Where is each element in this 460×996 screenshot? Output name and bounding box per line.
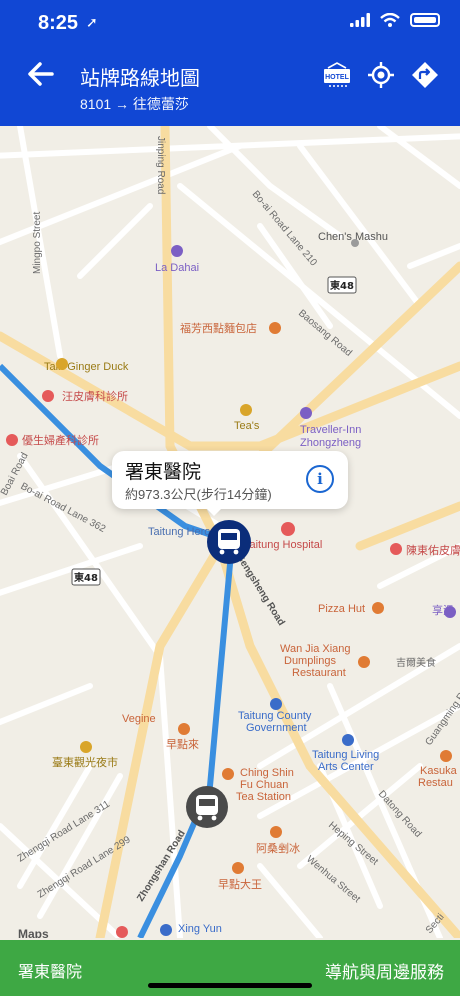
- map-label-government: Government: [246, 722, 307, 734]
- location-services-icon: ➚: [86, 14, 98, 30]
- map-label-traveller-inn: Traveller-Inn: [300, 424, 361, 436]
- back-arrow-icon: [28, 62, 54, 86]
- maps-logo-text: Maps: [18, 927, 49, 938]
- map-label-wan-jia-xiang: Wan Jia Xiang: [280, 643, 351, 655]
- map-label-tea-station: Tea Station: [236, 791, 291, 803]
- map-view[interactable]: Jinping Road Mingpo Street Bo-ai Road La…: [0, 126, 460, 938]
- map-label-xing-yun: Xing Yun: [178, 923, 222, 935]
- directions-icon: [412, 62, 438, 88]
- poi-ching-shin-icon: [222, 768, 234, 780]
- route-shield-48-west: 東48: [71, 568, 101, 586]
- route-shield-48-north-text: 東48: [330, 279, 354, 292]
- poi-la-dahai-icon: [171, 245, 183, 257]
- hotel-button[interactable]: HOTEL: [322, 58, 352, 92]
- map-label-zaodian-lai: 早點來: [166, 738, 199, 751]
- map-label-asang-ice: 阿桑剉冰: [256, 842, 300, 855]
- map-label-youshi-clinic: 優生婦產科診所: [22, 433, 99, 447]
- poi-wan-jia-xiang-icon: [358, 656, 370, 668]
- callout-pointer: [204, 506, 224, 516]
- poi-xiangwen-icon: [444, 606, 456, 618]
- map-canvas[interactable]: Jinping Road Mingpo Street Bo-ai Road La…: [0, 126, 460, 938]
- locate-me-icon: [368, 62, 394, 88]
- route-shield-48-north: 東48: [327, 276, 357, 294]
- map-label-pizza-hut: Pizza Hut: [318, 603, 365, 615]
- map-label-kasuka: Kasuka: [420, 765, 458, 777]
- poi-arts-center-icon: [342, 734, 354, 746]
- map-label-fangfang-bakery: 福芳西點麵包店: [180, 321, 257, 335]
- map-label-zaodian-dawang: 早點大王: [218, 877, 262, 891]
- map-label-dumplings: Dumplings: [284, 655, 336, 667]
- poi-chendong-clinic-icon: [390, 543, 402, 555]
- map-label-fu-chuan: Fu Chuan: [240, 779, 288, 791]
- back-button[interactable]: [22, 54, 62, 94]
- poi-kasuka-icon: [440, 750, 452, 762]
- route-shield-48-west-text: 東48: [74, 571, 98, 584]
- current-stop-marker[interactable]: [207, 520, 251, 564]
- poi-bottom-clinic-icon: [116, 926, 128, 938]
- locate-me-button[interactable]: [366, 58, 396, 92]
- map-label-vegine: Vegine: [122, 713, 156, 725]
- stop-callout[interactable]: 署東醫院 約973.3公尺(步行14分鐘) i: [112, 451, 348, 509]
- signal-icon: [350, 13, 370, 27]
- route-stop-marker[interactable]: [186, 786, 228, 828]
- poi-asang-ice-icon: [270, 826, 282, 838]
- callout-walking-distance: 約973.3公尺(步行14分鐘): [125, 487, 272, 502]
- home-indicator[interactable]: [148, 983, 312, 988]
- map-label-zhongzheng: Zhongzheng: [300, 437, 361, 449]
- map-label-restaurant: Restaurant: [292, 667, 346, 679]
- poi-youshi-clinic-icon: [6, 434, 18, 446]
- hotel-icon: HOTEL: [324, 62, 350, 87]
- wifi-icon: [380, 13, 400, 27]
- map-label-jixiang-food: 吉爾美食: [396, 656, 436, 669]
- map-label-la-dahai: La Dahai: [155, 262, 199, 274]
- map-label-ching-shin: Ching Shin: [240, 767, 294, 779]
- poi-hospital-icon: [281, 522, 295, 536]
- map-label-arts-center: Arts Center: [318, 761, 374, 773]
- bottom-bar: 署東醫院 導航與周邊服務: [0, 940, 460, 996]
- poi-traveller-inn-icon: [300, 407, 312, 419]
- battery-icon: [410, 13, 440, 27]
- header: 站牌路線地圖 8101 → 往德蕾莎 HOTEL: [0, 44, 460, 126]
- poi-bakery-icon: [269, 322, 281, 334]
- status-icons: [350, 13, 440, 27]
- poi-night-market-icon: [80, 741, 92, 753]
- status-time: 8:25: [38, 12, 79, 34]
- poi-ginger-duck-icon: [56, 358, 68, 370]
- hotel-icon-text: HOTEL: [325, 74, 349, 81]
- map-label-chendong-clinic: 陳東佑皮膚: [406, 543, 460, 557]
- map-label-taitung-county: Taitung County: [238, 710, 312, 722]
- directions-button[interactable]: [410, 58, 440, 92]
- info-icon[interactable]: i: [306, 465, 334, 493]
- map-label-kasuka-restaurant: Restau: [418, 777, 453, 789]
- navigation-services-button[interactable]: 導航與周邊服務: [325, 958, 444, 983]
- poi-vegine-icon: [178, 723, 190, 735]
- poi-xing-yun-icon: [160, 924, 172, 936]
- map-label-taitung-living: Taitung Living: [312, 749, 379, 761]
- map-label-taitung-night-market: 臺東觀光夜市: [52, 755, 118, 769]
- poi-pizza-hut-icon: [372, 602, 384, 614]
- callout-stop-name: 署東醫院: [125, 462, 202, 483]
- map-label-jinping-road: Jinping Road: [155, 136, 166, 194]
- poi-chens-mashu-icon: [351, 239, 359, 247]
- poi-wang-clinic-icon: [42, 390, 54, 402]
- bottom-stop-name: 署東醫院: [18, 964, 83, 981]
- route-subtitle: 8101 → 往德蕾莎: [80, 96, 189, 112]
- map-label-taitung-hospital: Taitung Hospital: [244, 539, 322, 551]
- poi-government-icon: [270, 698, 282, 710]
- status-bar: 8:25 ➚: [0, 0, 460, 44]
- poi-teas-icon: [240, 404, 252, 416]
- map-label-wang-clinic: 汪皮膚科診所: [62, 389, 128, 403]
- poi-zaodian-dawang-icon: [232, 862, 244, 874]
- map-label-teas: Tea's: [234, 420, 260, 432]
- page-title: 站牌路線地圖: [80, 68, 200, 90]
- map-label-mingpo-street: Mingpo Street: [32, 212, 43, 274]
